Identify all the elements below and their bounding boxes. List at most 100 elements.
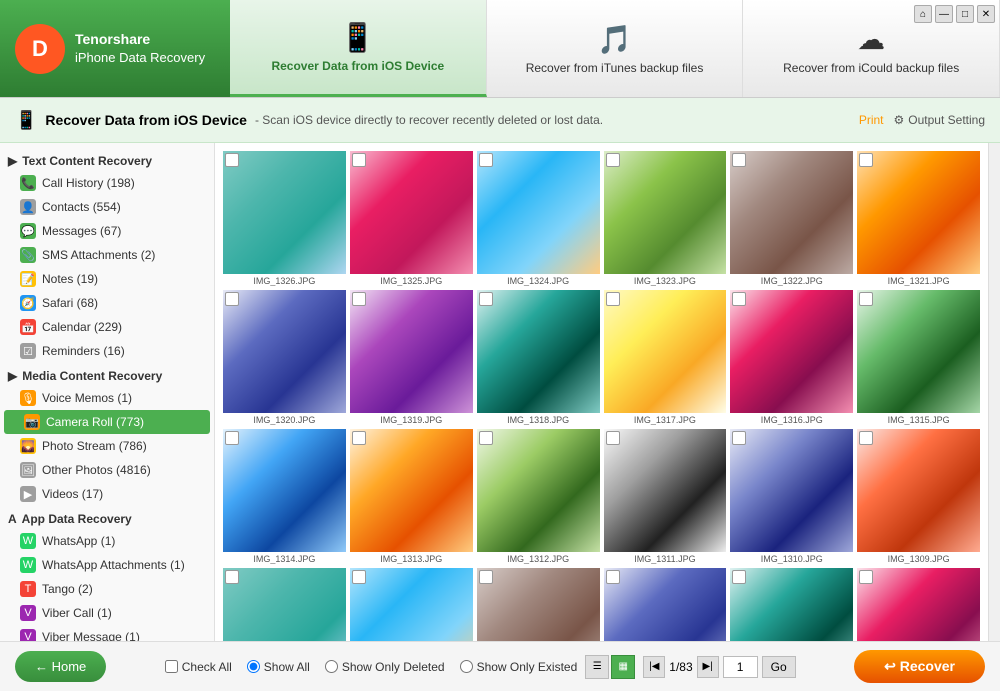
- photo-item-18[interactable]: IMG_1308.JPG: [223, 568, 346, 641]
- scrollbar[interactable]: [988, 143, 1000, 641]
- photo-item-20[interactable]: IMG_1306.JPG: [477, 568, 600, 641]
- photo-checkbox-4[interactable]: [732, 153, 746, 167]
- photo-checkbox-5[interactable]: [859, 153, 873, 167]
- photo-item-8[interactable]: IMG_1318.JPG: [477, 290, 600, 425]
- photo-item-4[interactable]: IMG_1322.JPG: [730, 151, 853, 286]
- photo-item-14[interactable]: IMG_1312.JPG: [477, 429, 600, 564]
- photo-item-19[interactable]: IMG_1307.JPG: [350, 568, 473, 641]
- sidebar-item-call-history[interactable]: 📞 Call History (198): [0, 171, 214, 195]
- section-app-icon: A: [8, 512, 17, 526]
- calendar-icon: 📅: [20, 319, 36, 335]
- photo-item-0[interactable]: IMG_1326.JPG: [223, 151, 346, 286]
- camera-roll-label: Camera Roll (773): [46, 415, 144, 429]
- sidebar-item-photo-stream[interactable]: 🌄 Photo Stream (786): [0, 434, 214, 458]
- photo-item-21[interactable]: IMG_1305.JPG: [604, 568, 727, 641]
- app-title: iPhone Data Recovery: [75, 49, 205, 67]
- check-all-option[interactable]: Check All: [165, 660, 232, 674]
- photo-checkbox-9[interactable]: [606, 292, 620, 306]
- notes-icon: 📝: [20, 271, 36, 287]
- photo-checkbox-11[interactable]: [859, 292, 873, 306]
- close-btn[interactable]: ✕: [977, 5, 995, 23]
- photo-checkbox-14[interactable]: [479, 431, 493, 445]
- photo-checkbox-18[interactable]: [225, 570, 239, 584]
- photo-checkbox-13[interactable]: [352, 431, 366, 445]
- sidebar-item-sms-attachments[interactable]: 📎 SMS Attachments (2): [0, 243, 214, 267]
- photo-item-17[interactable]: IMG_1309.JPG: [857, 429, 980, 564]
- recover-button[interactable]: ↩ Recover: [854, 650, 985, 683]
- photo-checkbox-0[interactable]: [225, 153, 239, 167]
- sidebar-item-tango[interactable]: T Tango (2): [0, 577, 214, 601]
- photo-checkbox-1[interactable]: [352, 153, 366, 167]
- print-link[interactable]: Print: [859, 113, 884, 127]
- photo-item-9[interactable]: IMG_1317.JPG: [604, 290, 727, 425]
- photo-checkbox-8[interactable]: [479, 292, 493, 306]
- output-setting-button[interactable]: ⚙ Output Setting: [894, 113, 985, 127]
- photo-checkbox-17[interactable]: [859, 431, 873, 445]
- photo-item-15[interactable]: IMG_1311.JPG: [604, 429, 727, 564]
- minimize-btn[interactable]: —: [935, 5, 953, 23]
- sidebar-item-messages[interactable]: 💬 Messages (67): [0, 219, 214, 243]
- sms-attach-label: SMS Attachments (2): [42, 248, 155, 262]
- sidebar-item-viber-message[interactable]: V Viber Message (1): [0, 625, 214, 641]
- photo-checkbox-22[interactable]: [732, 570, 746, 584]
- list-view-btn[interactable]: ☰: [585, 655, 609, 679]
- logo-text: Tenorshare iPhone Data Recovery: [75, 30, 205, 68]
- photo-item-22[interactable]: IMG_1304.JPG: [730, 568, 853, 641]
- viber-msg-label: Viber Message (1): [42, 630, 140, 641]
- photo-checkbox-12[interactable]: [225, 431, 239, 445]
- photo-checkbox-20[interactable]: [479, 570, 493, 584]
- go-button[interactable]: Go: [762, 656, 796, 678]
- sidebar-item-calendar[interactable]: 📅 Calendar (229): [0, 315, 214, 339]
- sidebar-item-voice-memos[interactable]: 🎙 Voice Memos (1): [0, 386, 214, 410]
- photo-checkbox-2[interactable]: [479, 153, 493, 167]
- photo-checkbox-16[interactable]: [732, 431, 746, 445]
- photo-item-11[interactable]: IMG_1315.JPG: [857, 290, 980, 425]
- photo-item-2[interactable]: IMG_1324.JPG: [477, 151, 600, 286]
- page-input[interactable]: [723, 656, 758, 678]
- photo-checkbox-3[interactable]: [606, 153, 620, 167]
- sidebar-item-whatsapp-attach[interactable]: W WhatsApp Attachments (1): [0, 553, 214, 577]
- whatsapp-attach-label: WhatsApp Attachments (1): [42, 558, 185, 572]
- next-page-btn[interactable]: ▶|: [697, 656, 719, 678]
- photo-item-6[interactable]: IMG_1320.JPG: [223, 290, 346, 425]
- check-all-checkbox[interactable]: [165, 660, 178, 673]
- tab-itunes[interactable]: 🎵 Recover from iTunes backup files: [487, 0, 744, 97]
- show-all-option[interactable]: Show All: [247, 660, 310, 674]
- photo-checkbox-15[interactable]: [606, 431, 620, 445]
- photo-checkbox-7[interactable]: [352, 292, 366, 306]
- restore-btn[interactable]: □: [956, 5, 974, 23]
- photo-item-23[interactable]: IMG_1303.JPG: [857, 568, 980, 641]
- show-existed-option[interactable]: Show Only Existed: [460, 660, 578, 674]
- photo-item-5[interactable]: IMG_1321.JPG: [857, 151, 980, 286]
- tab-ios-device[interactable]: 📱 Recover Data from iOS Device: [230, 0, 487, 97]
- photo-item-13[interactable]: IMG_1313.JPG: [350, 429, 473, 564]
- show-deleted-option[interactable]: Show Only Deleted: [325, 660, 445, 674]
- photo-item-16[interactable]: IMG_1310.JPG: [730, 429, 853, 564]
- sidebar-item-videos[interactable]: ▶ Videos (17): [0, 482, 214, 506]
- photo-item-3[interactable]: IMG_1323.JPG: [604, 151, 727, 286]
- photo-item-7[interactable]: IMG_1319.JPG: [350, 290, 473, 425]
- photo-checkbox-10[interactable]: [732, 292, 746, 306]
- first-page-btn[interactable]: |◀: [643, 656, 665, 678]
- photo-item-10[interactable]: IMG_1316.JPG: [730, 290, 853, 425]
- sidebar-item-contacts[interactable]: 👤 Contacts (554): [0, 195, 214, 219]
- photo-checkbox-6[interactable]: [225, 292, 239, 306]
- sidebar-item-viber-call[interactable]: V Viber Call (1): [0, 601, 214, 625]
- photo-item-1[interactable]: IMG_1325.JPG: [350, 151, 473, 286]
- show-all-radio[interactable]: [247, 660, 260, 673]
- photo-checkbox-23[interactable]: [859, 570, 873, 584]
- sidebar-item-reminders[interactable]: ☑ Reminders (16): [0, 339, 214, 363]
- sidebar-item-other-photos[interactable]: 🖼 Other Photos (4816): [0, 458, 214, 482]
- show-deleted-radio[interactable]: [325, 660, 338, 673]
- photo-checkbox-21[interactable]: [606, 570, 620, 584]
- home-button[interactable]: ← Home: [15, 651, 106, 682]
- show-existed-radio[interactable]: [460, 660, 473, 673]
- sidebar-item-safari[interactable]: 🧭 Safari (68): [0, 291, 214, 315]
- photo-item-12[interactable]: IMG_1314.JPG: [223, 429, 346, 564]
- sidebar-item-camera-roll[interactable]: 📷 Camera Roll (773): [4, 410, 210, 434]
- photo-checkbox-19[interactable]: [352, 570, 366, 584]
- home-win-btn[interactable]: ⌂: [914, 5, 932, 23]
- grid-view-btn[interactable]: ▦: [611, 655, 635, 679]
- sidebar-item-whatsapp[interactable]: W WhatsApp (1): [0, 529, 214, 553]
- sidebar-item-notes[interactable]: 📝 Notes (19): [0, 267, 214, 291]
